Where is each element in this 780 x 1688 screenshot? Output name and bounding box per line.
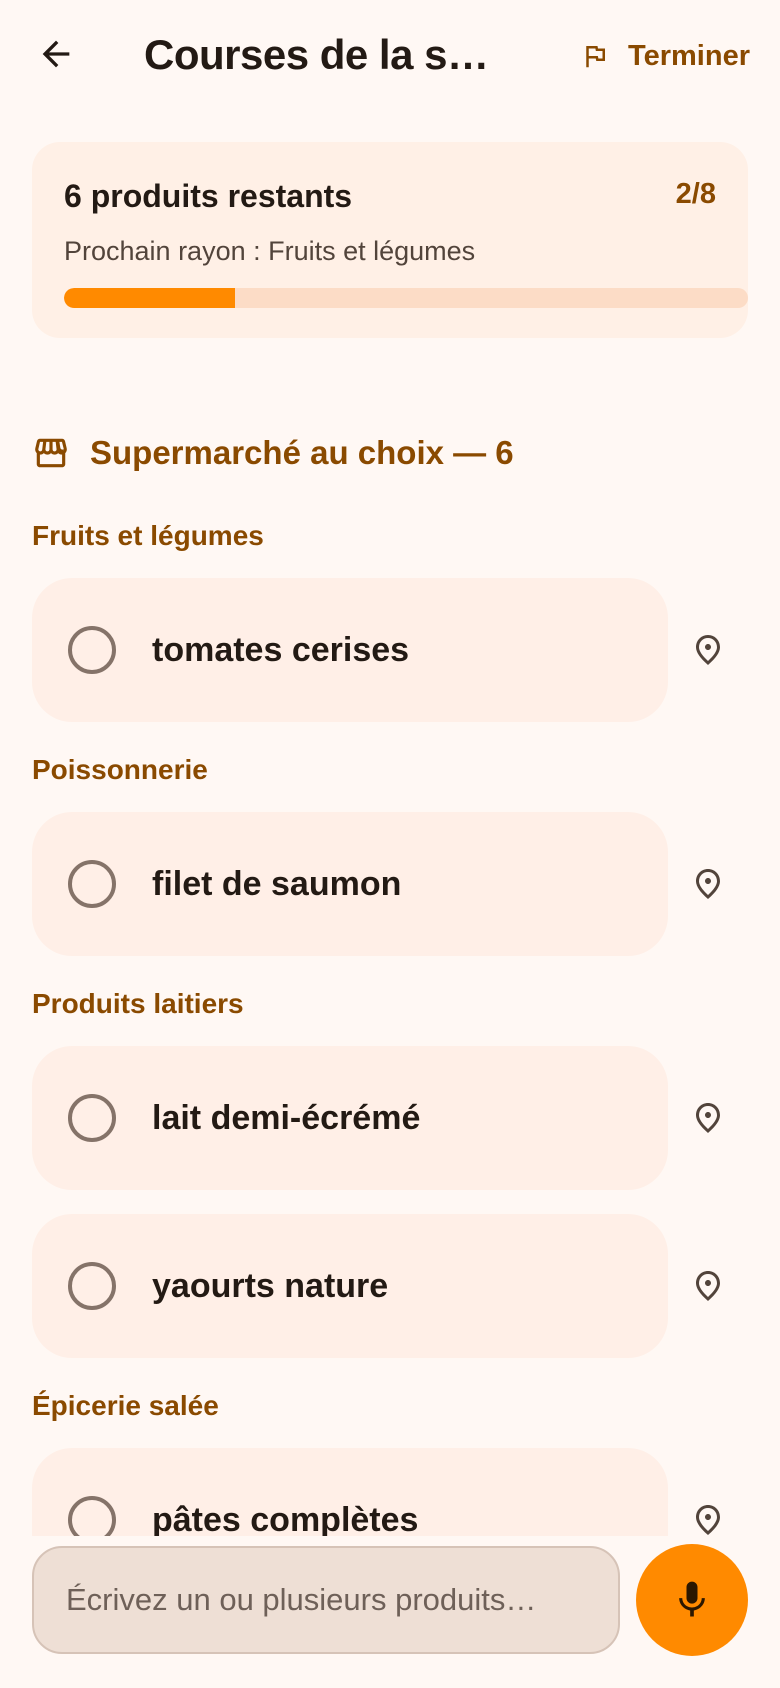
aisle-label: Épicerie salée	[32, 1390, 219, 1421]
location-button[interactable]	[684, 1496, 732, 1536]
progress-bar	[64, 288, 748, 308]
item-checkbox[interactable]	[68, 626, 116, 674]
item-checkbox[interactable]	[68, 1262, 116, 1310]
item-name: filet de saumon	[152, 865, 402, 903]
location-pin-icon	[696, 635, 720, 665]
location-button[interactable]	[684, 1094, 732, 1142]
aisle-label: Poissonnerie	[32, 754, 208, 785]
aisle-label: Fruits et légumes	[32, 520, 264, 551]
progress-ratio: 2/8	[675, 178, 716, 210]
item-name: tomates cerises	[152, 631, 410, 669]
product-input[interactable]	[32, 1546, 620, 1654]
location-button[interactable]	[684, 860, 732, 908]
remaining-count: 6 produits restants	[64, 178, 353, 214]
list-item[interactable]: pâtes complètes	[32, 1448, 668, 1536]
location-button[interactable]	[684, 1262, 732, 1310]
next-aisle-text: Prochain rayon : Fruits et légumes	[64, 236, 476, 266]
item-name: lait demi-écrémé	[152, 1099, 421, 1137]
list-item[interactable]: yaourts nature	[32, 1214, 668, 1358]
list-item[interactable]: lait demi-écrémé	[32, 1046, 668, 1190]
voice-input-button[interactable]	[636, 1544, 748, 1656]
item-checkbox[interactable]	[68, 1496, 116, 1536]
input-bar	[0, 1536, 780, 1688]
location-button[interactable]	[684, 626, 732, 674]
item-name: pâtes complètes	[152, 1501, 419, 1536]
item-checkbox[interactable]	[68, 1094, 116, 1142]
store-header: Supermarché au choix — 6	[32, 434, 514, 472]
list-item[interactable]: tomates cerises	[32, 578, 668, 722]
location-pin-icon	[696, 1271, 720, 1301]
list-item[interactable]: filet de saumon	[32, 812, 668, 956]
store-icon	[35, 438, 67, 468]
progress-card: 6 produits restants 2/8 Prochain rayon :…	[32, 142, 748, 338]
location-pin-icon	[696, 1505, 720, 1535]
aisle-label: Produits laitiers	[32, 988, 244, 1019]
item-checkbox[interactable]	[68, 860, 116, 908]
item-name: yaourts nature	[152, 1267, 389, 1305]
mic-icon	[679, 1581, 705, 1617]
progress-bar-fill	[64, 288, 235, 308]
store-label: Supermarché au choix — 6	[90, 434, 514, 471]
shopping-list[interactable]: 6 produits restants 2/8 Prochain rayon :…	[0, 0, 780, 1536]
location-pin-icon	[696, 1103, 720, 1133]
location-pin-icon	[696, 869, 720, 899]
